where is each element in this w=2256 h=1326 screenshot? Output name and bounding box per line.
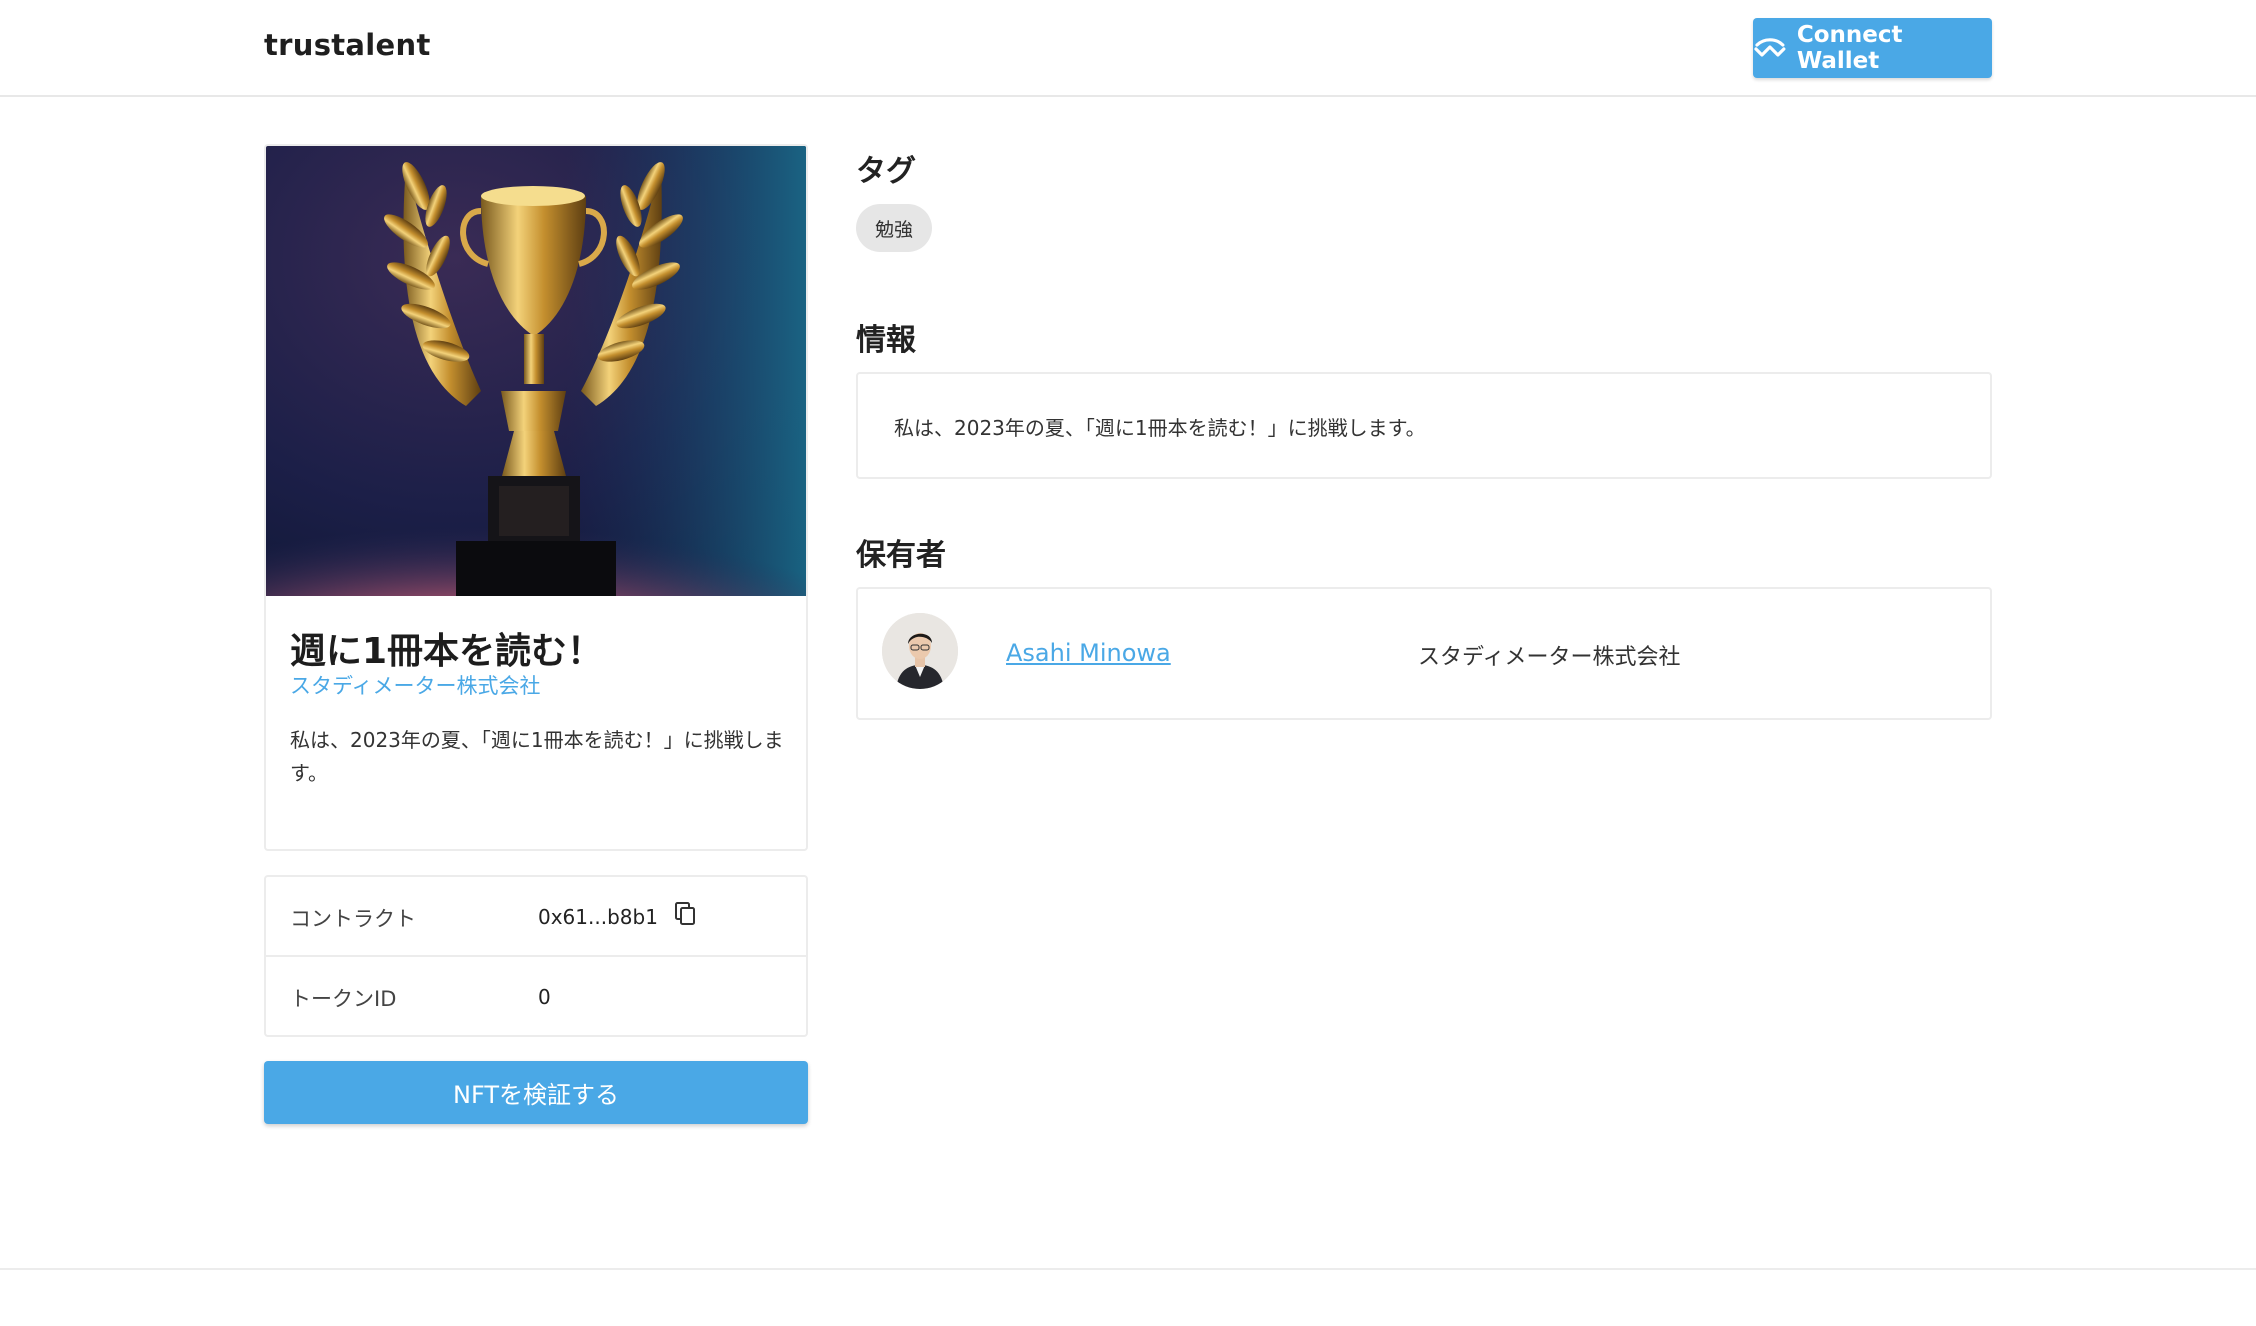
nft-description: 私は、2023年の夏、「週に1冊本を読む！」に挑戦します。 — [290, 728, 784, 785]
nft-card: 週に1冊本を読む！ スタディメーター株式会社 私は、2023年の夏、「週に1冊本… — [264, 144, 808, 851]
connect-wallet-button[interactable]: Connect Wallet — [1753, 18, 1992, 78]
nft-title: 週に1冊本を読む！ — [290, 631, 604, 672]
contract-row: コントラクト 0x61...b8b1 — [266, 877, 806, 957]
holder-name-link[interactable]: Asahi Minowa — [1006, 639, 1171, 667]
info-box: 私は、2023年の夏、「週に1冊本を読む！」に挑戦します。 — [856, 372, 1992, 479]
walletconnect-icon — [1754, 38, 1786, 57]
contract-value: 0x61...b8b1 — [538, 905, 658, 929]
nft-trophy-image — [266, 146, 806, 596]
connect-wallet-label: Connect Wallet — [1796, 22, 1903, 74]
info-text: 私は、2023年の夏、「週に1冊本を読む！」に挑戦します。 — [894, 416, 1426, 440]
info-heading: 情報 — [856, 323, 916, 358]
holder-company: スタディメーター株式会社 — [1418, 645, 1681, 670]
token-id-label: トークンID — [290, 987, 397, 1011]
token-id-value: 0 — [538, 985, 551, 1009]
nft-details-table: コントラクト 0x61...b8b1 トークンID 0 — [264, 875, 808, 1037]
copy-icon[interactable] — [673, 901, 697, 927]
avatar[interactable] — [882, 613, 958, 689]
holder-card: Asahi Minowa スタディメーター株式会社 — [856, 587, 1992, 720]
nft-issuer-link[interactable]: スタディメーター株式会社 — [290, 670, 541, 700]
tags-heading: タグ — [856, 154, 916, 189]
holders-heading: 保有者 — [856, 538, 946, 573]
contract-label: コントラクト — [290, 907, 416, 931]
verify-nft-button[interactable]: NFTを検証する — [264, 1061, 808, 1124]
app-header: trustalent Connect Wallet — [0, 0, 2256, 97]
brand-logo[interactable]: trustalent — [264, 28, 431, 62]
footer-divider — [0, 1268, 2256, 1270]
token-id-row: トークンID 0 — [266, 957, 806, 1037]
tag-chip[interactable]: 勉強 — [856, 204, 932, 252]
